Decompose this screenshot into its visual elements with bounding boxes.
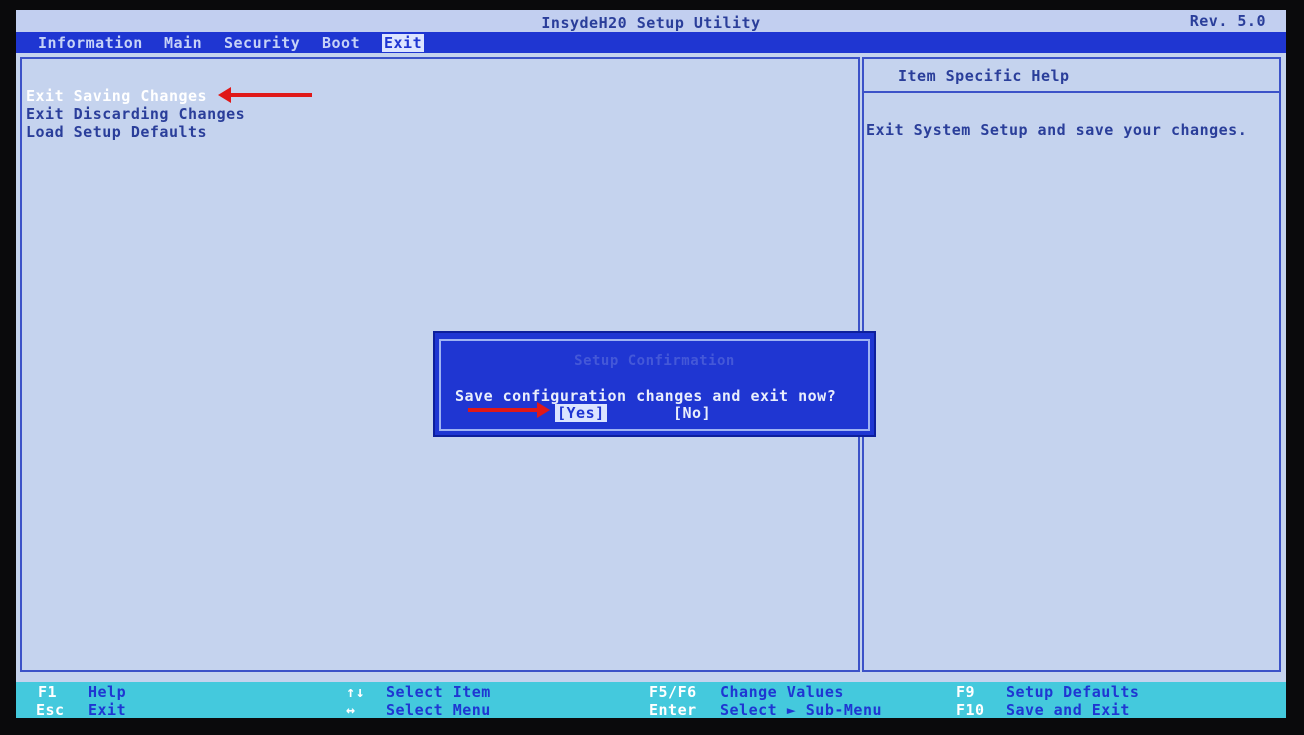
key-enter: Enter bbox=[649, 701, 697, 718]
dialog-message: Save configuration changes and exit now? bbox=[455, 387, 837, 405]
bios-screen: InsydeH20 Setup Utility Rev. 5.0 Informa… bbox=[16, 10, 1286, 718]
revision-label: Rev. 5.0 bbox=[1189, 12, 1266, 30]
key-f10-desc: Save and Exit bbox=[1006, 701, 1130, 718]
help-text: Exit System Setup and save your changes. bbox=[866, 121, 1248, 139]
key-up-down-icon: ↑↓ bbox=[346, 683, 366, 701]
key-left-right-icon: ↔ bbox=[346, 701, 356, 718]
menu-bar: Information Main Security Boot Exit bbox=[16, 32, 1286, 53]
key-enter-desc: Select ► Sub-Menu bbox=[720, 701, 883, 718]
annotation-arrow-icon bbox=[218, 87, 312, 103]
key-f1: F1 bbox=[38, 683, 58, 701]
setup-confirmation-dialog: Setup Confirmation Save configuration ch… bbox=[433, 331, 876, 437]
key-esc: Esc bbox=[36, 701, 65, 718]
annotation-arrow-icon bbox=[468, 402, 550, 418]
option-exit-discarding-changes[interactable]: Exit Discarding Changes bbox=[26, 105, 245, 123]
app-title: InsydeH20 Setup Utility bbox=[541, 14, 761, 32]
key-left-right-desc: Select Menu bbox=[386, 701, 491, 718]
key-f5-f6-desc: Change Values bbox=[720, 683, 844, 701]
title-bar: InsydeH20 Setup Utility Rev. 5.0 bbox=[16, 10, 1286, 32]
key-f1-desc: Help bbox=[88, 683, 127, 701]
key-f5-f6: F5/F6 bbox=[649, 683, 697, 701]
menu-tab-boot[interactable]: Boot bbox=[320, 34, 362, 52]
key-f9: F9 bbox=[956, 683, 976, 701]
key-up-down-desc: Select Item bbox=[386, 683, 491, 701]
dialog-frame: Setup Confirmation Save configuration ch… bbox=[439, 339, 870, 431]
option-load-setup-defaults[interactable]: Load Setup Defaults bbox=[26, 123, 207, 141]
no-button[interactable]: [No] bbox=[673, 404, 711, 422]
key-f10: F10 bbox=[956, 701, 985, 718]
menu-tab-information[interactable]: Information bbox=[36, 34, 145, 52]
yes-button[interactable]: [Yes] bbox=[555, 404, 607, 422]
option-exit-saving-changes[interactable]: Exit Saving Changes bbox=[26, 87, 207, 105]
key-help-bar: F1 Help Esc Exit ↑↓ Select Item ↔ Select… bbox=[16, 682, 1286, 718]
menu-tab-security[interactable]: Security bbox=[222, 34, 302, 52]
dialog-title: Setup Confirmation bbox=[574, 353, 735, 369]
help-title: Item Specific Help bbox=[864, 67, 1279, 93]
key-esc-desc: Exit bbox=[88, 701, 127, 718]
menu-tab-main[interactable]: Main bbox=[162, 34, 204, 52]
key-f9-desc: Setup Defaults bbox=[1006, 683, 1140, 701]
help-panel: Item Specific Help Exit System Setup and… bbox=[862, 57, 1281, 672]
menu-tab-exit[interactable]: Exit bbox=[382, 34, 425, 52]
